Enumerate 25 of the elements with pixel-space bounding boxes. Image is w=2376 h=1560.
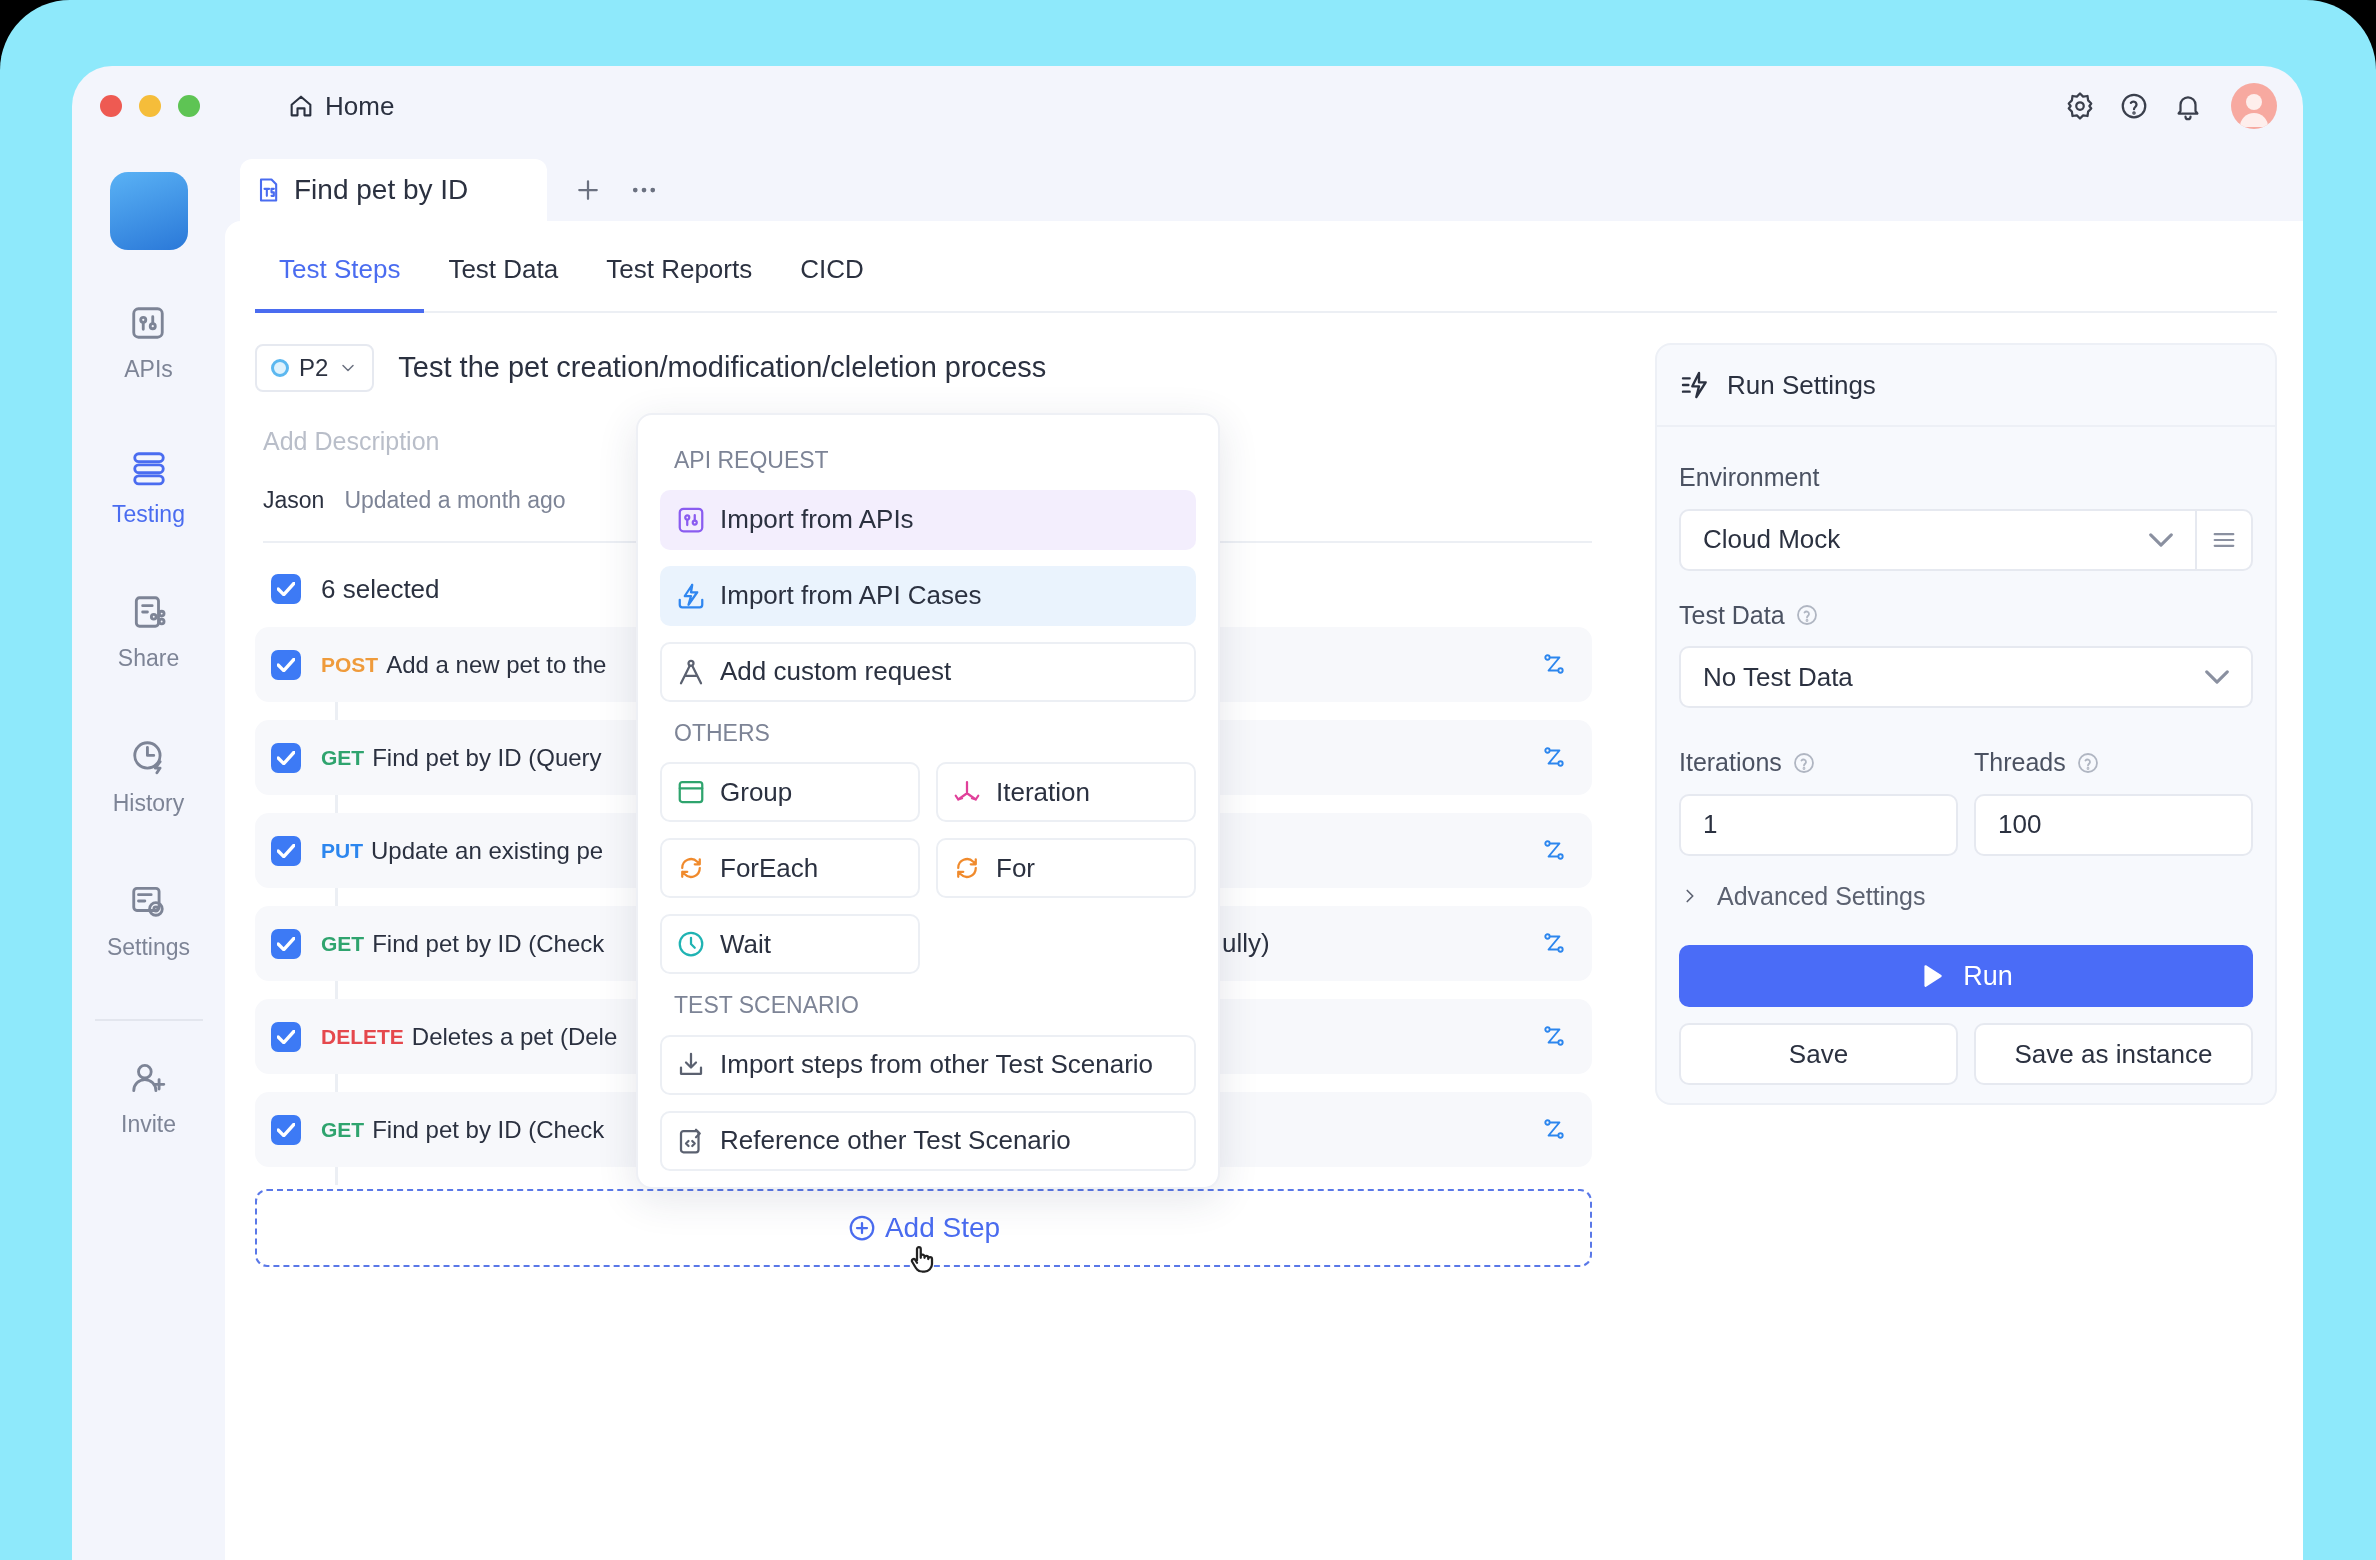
panel-title: Run Settings <box>1727 368 1876 402</box>
field-label: Iterations <box>1679 747 1782 778</box>
step-name: Update an existing pe <box>371 835 604 866</box>
menu-section-heading: API REQUEST <box>674 446 830 475</box>
step-name: Deletes a pet (Dele <box>411 1021 618 1052</box>
author-name: Jason <box>263 485 325 515</box>
step-name: ully) <box>1222 927 1270 960</box>
selection-count: 6 selected <box>321 572 440 606</box>
step-name: Find pet by ID (Query <box>372 742 602 773</box>
field-label: Environment <box>1679 462 1820 493</box>
menu-section-heading: OTHERS <box>674 718 771 748</box>
http-method: DELETE <box>321 1023 404 1050</box>
http-method: POST <box>321 651 379 678</box>
field-label: Test Data <box>1679 599 1785 631</box>
step-name: Find pet by ID (Check <box>372 928 605 959</box>
field-label: Threads <box>1974 747 2066 778</box>
http-method: GET <box>321 930 365 957</box>
http-method: GET <box>321 744 365 771</box>
http-method: GET <box>321 1116 365 1143</box>
scenario-title: Test the pet creation/modification/cleletion process <box>398 350 1047 386</box>
updated-time: Updated a month ago <box>344 485 566 515</box>
http-method: PUT <box>321 837 363 864</box>
step-name: Find pet by ID (Check <box>372 1114 605 1145</box>
step-name: Add a new pet to the <box>386 649 607 680</box>
menu-section-heading: TEST SCENARIO <box>674 991 860 1020</box>
